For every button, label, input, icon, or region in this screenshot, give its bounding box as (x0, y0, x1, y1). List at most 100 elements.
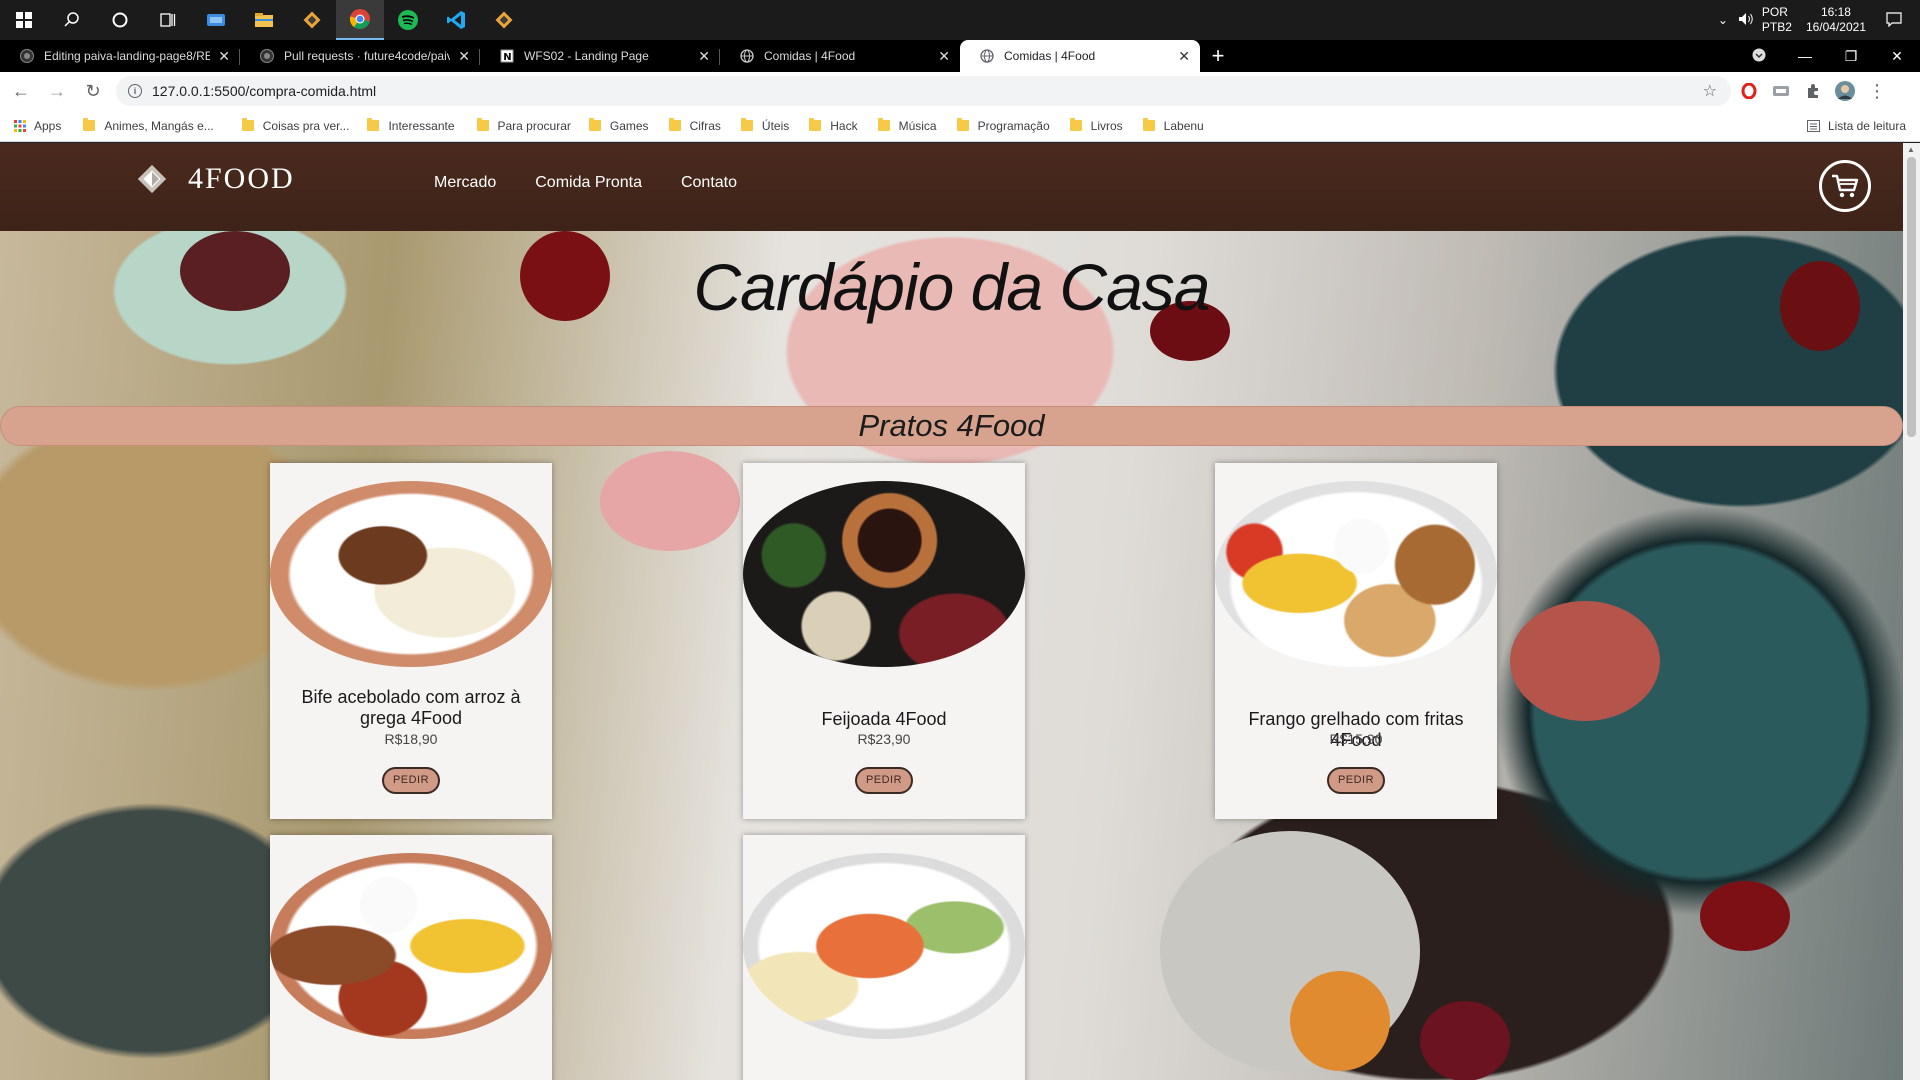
github-icon (260, 49, 274, 63)
new-tab-button[interactable]: + (1200, 40, 1236, 72)
order-button[interactable]: PEDIR (855, 767, 913, 794)
tab-notion-landing[interactable]: N WFS02 - Landing Page ✕ (480, 40, 720, 72)
product-price: R$23,90 (857, 731, 911, 747)
bookmark-folder[interactable]: Animes, Mangás e... (83, 118, 214, 133)
food-decoration (1290, 971, 1390, 1071)
tab-github-editing[interactable]: Editing paiva-landing-page8/REA ✕ (0, 40, 240, 72)
folder-icon (668, 118, 681, 131)
reading-list[interactable]: Lista de leitura (1806, 118, 1906, 133)
page-scrollbar[interactable]: ▲ (1903, 143, 1920, 1080)
reading-list-label: Lista de leitura (1827, 118, 1906, 133)
folder-icon (241, 118, 254, 131)
tab-comidas-active[interactable]: Comidas | 4Food ✕ (960, 40, 1200, 72)
url-text[interactable]: 127.0.0.1:5500/compra-comida.html (152, 83, 1703, 99)
page-viewport: Cardápio da Casa Pratos 4Food Bife acebo… (0, 143, 1920, 1080)
reload-icon[interactable]: ↻ (78, 76, 108, 106)
extensions-puzzle-icon[interactable] (1799, 77, 1827, 105)
close-tab-icon[interactable]: ✕ (218, 48, 230, 65)
folder-icon (367, 118, 380, 131)
back-icon[interactable]: ← (6, 76, 36, 106)
bookmark-star-icon[interactable]: ☆ (1703, 81, 1717, 101)
folder-icon (1142, 118, 1155, 131)
food-decoration (600, 451, 740, 551)
git-app-2-icon[interactable] (480, 0, 528, 40)
cortana-icon[interactable] (96, 0, 144, 40)
bookmark-folder[interactable]: Para procurar (476, 118, 571, 133)
bookmarks-bar: Apps Animes, Mangás e... Coisas pra ver.… (0, 110, 1920, 142)
close-tab-icon[interactable]: ✕ (938, 48, 950, 65)
spotify-icon[interactable] (384, 0, 432, 40)
restore-icon[interactable]: ❐ (1828, 48, 1874, 65)
extension-icon[interactable] (1767, 77, 1795, 105)
bookmark-folder[interactable]: Úteis (740, 118, 789, 133)
windows-start-icon[interactable] (0, 0, 48, 40)
svg-text:N: N (503, 52, 511, 63)
windows-taskbar: ⌄ POR PTB2 16:18 16/04/2021 (0, 0, 1920, 40)
folder-icon (877, 118, 890, 131)
order-button[interactable]: PEDIR (382, 767, 440, 794)
tab-github-pulls[interactable]: Pull requests · future4code/paiva ✕ (240, 40, 480, 72)
address-bar[interactable]: i 127.0.0.1:5500/compra-comida.html ☆ (116, 76, 1731, 106)
minimize-icon[interactable]: — (1782, 48, 1828, 64)
bookmark-folder[interactable]: Labenu (1142, 118, 1204, 133)
language-indicator[interactable]: POR PTB2 (1762, 5, 1792, 35)
bookmark-folder[interactable]: Programação (956, 118, 1050, 133)
scroll-up-icon[interactable]: ▲ (1907, 145, 1915, 154)
bookmark-folder[interactable]: Hack (809, 118, 858, 133)
nav-mercado[interactable]: Mercado (434, 174, 496, 192)
bookmark-apps[interactable]: Apps (14, 119, 61, 133)
close-tab-icon[interactable]: ✕ (458, 48, 470, 65)
product-image (270, 853, 552, 1039)
cart-button[interactable] (1819, 160, 1871, 212)
chrome-menu-icon[interactable]: ⋮ (1863, 77, 1891, 105)
order-button[interactable]: PEDIR (1327, 767, 1385, 794)
site-info-icon[interactable]: i (128, 84, 142, 98)
close-window-icon[interactable]: ✕ (1874, 48, 1920, 65)
window-controls: — ❐ ✕ (1736, 40, 1920, 72)
task-view-icon[interactable] (144, 0, 192, 40)
tab-title: WFS02 - Landing Page (524, 49, 649, 63)
clock[interactable]: 16:18 16/04/2021 (1806, 5, 1866, 35)
vscode-icon[interactable] (432, 0, 480, 40)
scrollbar-thumb[interactable] (1907, 157, 1916, 437)
close-tab-icon[interactable]: ✕ (698, 48, 710, 65)
tab-comidas-1[interactable]: Comidas | 4Food ✕ (720, 40, 960, 72)
notifications-icon[interactable] (1886, 11, 1902, 30)
search-icon[interactable] (48, 0, 96, 40)
folder-icon (83, 118, 96, 131)
folder-icon (588, 118, 601, 131)
volume-icon[interactable] (1738, 12, 1754, 29)
file-explorer-icon[interactable] (240, 0, 288, 40)
close-tab-icon[interactable]: ✕ (1178, 48, 1190, 65)
forward-icon[interactable]: → (42, 76, 72, 106)
opera-extension-icon[interactable] (1735, 77, 1763, 105)
system-tray: ⌄ POR PTB2 16:18 16/04/2021 (1718, 0, 1920, 40)
keyboard-layout: PTB2 (1761, 20, 1792, 34)
nav-comida-pronta[interactable]: Comida Pronta (535, 174, 642, 192)
site-header: 4FOOD Mercado Comida Pronta Contato (0, 143, 1903, 231)
app-blue-icon[interactable] (192, 0, 240, 40)
tab-search-icon[interactable] (1736, 48, 1782, 65)
food-decoration (1510, 601, 1660, 721)
tab-strip: Editing paiva-landing-page8/REA ✕ Pull r… (0, 40, 1920, 72)
bookmark-label: Para procurar (497, 118, 571, 133)
tray-chevron-icon[interactable]: ⌄ (1718, 13, 1728, 27)
product-name: Feijoada 4Food (821, 709, 947, 729)
tab-title: Comidas | 4Food (764, 49, 856, 63)
bookmark-folder[interactable]: Música (877, 118, 937, 133)
profile-avatar[interactable] (1831, 77, 1859, 105)
git-app-icon[interactable] (288, 0, 336, 40)
product-name: Bife acebolado com arroz à grega 4Food (301, 687, 521, 728)
folder-icon (809, 118, 822, 131)
bookmark-folder[interactable]: Coisas pra ver... (241, 118, 349, 133)
tab-title: Comidas | 4Food (1004, 49, 1096, 63)
bookmark-folder[interactable]: Livros (1069, 118, 1123, 133)
bookmark-folder[interactable]: Games (588, 118, 649, 133)
bookmark-folder[interactable]: Interessante (367, 118, 455, 133)
site-logo[interactable]: 4FOOD (134, 161, 295, 197)
bookmark-folder[interactable]: Cifras (668, 118, 721, 133)
folder-icon (956, 118, 969, 131)
nav-contato[interactable]: Contato (681, 174, 737, 192)
product-card (270, 835, 552, 1080)
chrome-icon[interactable] (336, 0, 384, 40)
